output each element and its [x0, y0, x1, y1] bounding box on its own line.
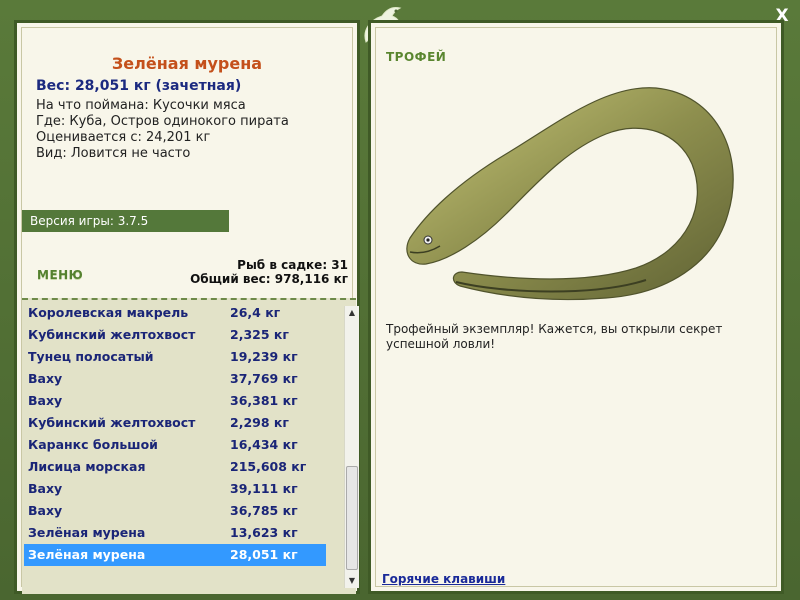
- catch-fish-weight: 19,239 кг: [230, 349, 298, 364]
- fish-kind: Вид: Ловится не часто: [36, 146, 191, 161]
- catch-fish-weight: 39,111 кг: [230, 481, 298, 496]
- catch-fish-weight: 36,381 кг: [230, 393, 298, 408]
- total-weight: Общий вес: 978,116 кг: [190, 272, 348, 286]
- scroll-up-arrow-icon[interactable]: ▲: [345, 306, 359, 320]
- catch-list-row[interactable]: Кубинский желтохвост 2,325 кг: [24, 324, 326, 346]
- catch-stats: Рыб в садке: 31 Общий вес: 978,116 кг: [190, 258, 348, 286]
- left-panel-inner: Зелёная мурена Вес: 28,051 кг (зачетная)…: [21, 27, 359, 594]
- left-panel: Зелёная мурена Вес: 28,051 кг (зачетная)…: [14, 20, 360, 594]
- catch-list-container: Королевская макрель 26,4 кг Кубинский желт…: [22, 298, 359, 594]
- catch-fish-name: Кубинский желтохвост: [28, 327, 196, 342]
- fish-title: Зелёная мурена: [111, 54, 263, 73]
- catch-list-row[interactable]: Тунец полосатый 19,239 кг: [24, 346, 326, 368]
- catch-fish-name: Тунец полосатый: [28, 349, 154, 364]
- eel-image: [406, 87, 734, 301]
- catch-list-row[interactable]: Лисица морская 215,608 кг: [24, 456, 326, 478]
- trophy-description: Трофейный экземпляр! Кажется, вы открыли…: [386, 322, 723, 351]
- catch-fish-name: Зелёная мурена: [28, 547, 146, 562]
- catch-list-row[interactable]: Зелёная мурена 28,051 кг: [24, 544, 326, 566]
- catch-fish-name: Ваху: [28, 371, 63, 386]
- catch-fish-name: Кубинский желтохвост: [28, 415, 196, 430]
- list-scrollbar[interactable]: ▲ ▼: [344, 306, 359, 588]
- catch-fish-weight: 36,785 кг: [230, 503, 298, 518]
- catch-list-row[interactable]: Ваху 39,111 кг: [24, 478, 326, 500]
- catch-fish-weight: 215,608 кг: [230, 459, 307, 474]
- scroll-thumb[interactable]: [346, 466, 358, 570]
- catch-fish-name: Каранкс большой: [28, 437, 158, 452]
- catch-fish-name: Ваху: [28, 503, 63, 518]
- fish-count: Рыб в садке: 31: [237, 258, 348, 272]
- catch-fish-weight: 26,4 кг: [230, 305, 281, 320]
- catch-list-row[interactable]: Ваху 36,381 кг: [24, 390, 326, 412]
- fish-place: Где: Куба, Остров одинокого пирата: [36, 114, 289, 129]
- catch-list-row[interactable]: Кубинский желтохвост 2,298 кг: [24, 412, 326, 434]
- catch-fish-name: Королевская макрель: [28, 305, 189, 320]
- catch-fish-weight: 2,298 кг: [230, 415, 289, 430]
- scroll-down-arrow-icon[interactable]: ▼: [345, 574, 359, 588]
- catch-list-row[interactable]: Зелёная мурена 13,623 кг: [24, 522, 326, 544]
- fish-weight: Вес: 28,051 кг (зачетная): [36, 78, 242, 94]
- catch-fish-weight: 37,769 кг: [230, 371, 298, 386]
- hotkeys-link[interactable]: Горячие клавиши: [382, 572, 505, 586]
- catch-list-row[interactable]: Ваху 37,769 кг: [24, 368, 326, 390]
- catch-fish-weight: 28,051 кг: [230, 547, 298, 562]
- catch-fish-name: Ваху: [28, 393, 63, 408]
- menu-button[interactable]: МЕНЮ: [37, 268, 83, 282]
- catch-fish-weight: 2,325 кг: [230, 327, 289, 342]
- catch-list[interactable]: Королевская макрель 26,4 кг Кубинский желт…: [22, 302, 340, 566]
- right-panel-inner: ТРОФЕЙ Трофейный экземпляр! Кажется, вы …: [375, 27, 777, 587]
- fish-estimated: Оценивается с: 24,201 кг: [36, 130, 211, 145]
- version-bar: Версия игры: 3.7.5: [22, 210, 229, 232]
- catch-fish-weight: 16,434 кг: [230, 437, 298, 452]
- catch-list-row[interactable]: Ваху 36,785 кг: [24, 500, 326, 522]
- catch-fish-name: Ваху: [28, 481, 63, 496]
- catch-list-row[interactable]: Каранкс большой 16,434 кг: [24, 434, 326, 456]
- fish-bait: На что поймана: Кусочки мяса: [36, 98, 246, 113]
- catch-list-row[interactable]: Королевская макрель 26,4 кг: [24, 302, 326, 324]
- right-panel: ТРОФЕЙ Трофейный экземпляр! Кажется, вы …: [368, 20, 784, 594]
- catch-fish-name: Зелёная мурена: [28, 525, 146, 540]
- catch-fish-weight: 13,623 кг: [230, 525, 298, 540]
- catch-fish-name: Лисица морская: [28, 459, 146, 474]
